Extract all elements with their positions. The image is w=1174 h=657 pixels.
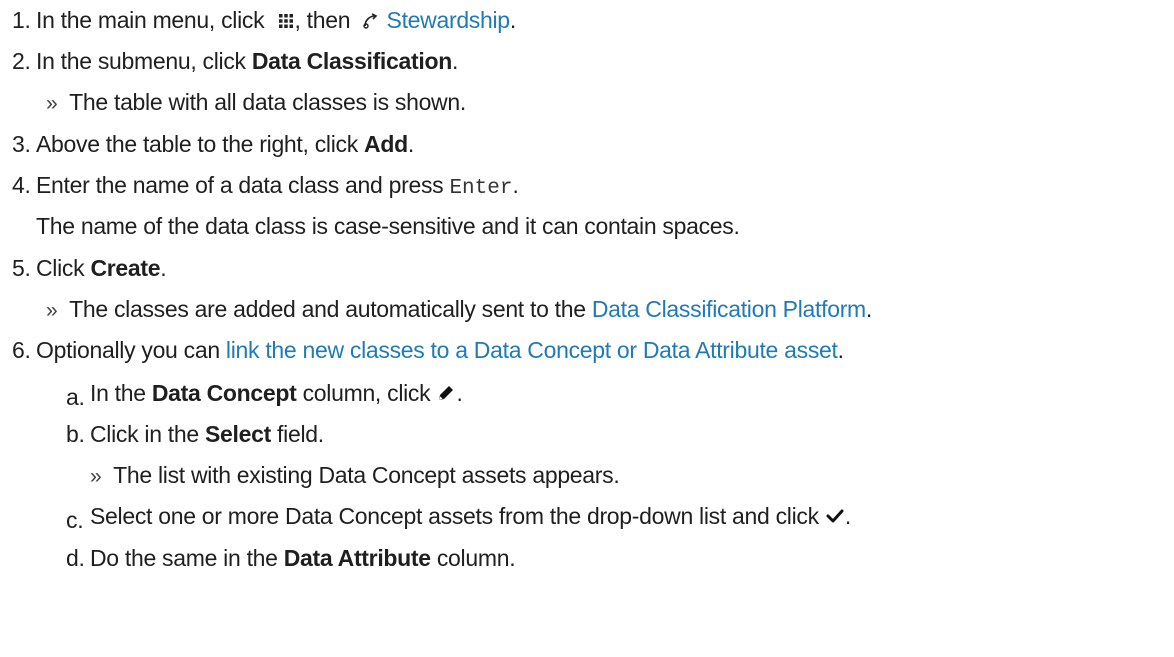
apps-grid-icon	[277, 7, 295, 37]
link-classes-link[interactable]: link the new classes to a Data Concept o…	[226, 337, 838, 363]
substep-letter: b.	[66, 421, 85, 447]
stewardship-icon	[362, 7, 380, 37]
key-code: Enter	[449, 177, 513, 200]
result-marker: »	[46, 299, 58, 322]
substep-letter: a.	[66, 384, 85, 410]
stewardship-link[interactable]: Stewardship	[387, 7, 511, 33]
ui-term: Data Classification	[251, 48, 452, 74]
step-number: 2.	[12, 48, 31, 74]
result-marker: »	[46, 92, 58, 115]
data-classification-platform-link[interactable]: Data Classification Platform	[592, 296, 866, 322]
substep-letter: c.	[66, 507, 84, 533]
ui-term: Select	[204, 421, 271, 447]
step-text: In the main menu, click	[36, 7, 265, 33]
ui-term: Data Concept	[151, 380, 297, 406]
step-number: 3.	[12, 131, 31, 157]
substep-letter: d.	[66, 545, 85, 571]
instructions-document: 1. In the main menu, click , then Stewar…	[12, 7, 873, 571]
ui-term: Create	[90, 255, 161, 281]
step-number: 6.	[12, 337, 31, 363]
step-number: 1.	[12, 7, 31, 33]
step-number: 4.	[12, 172, 31, 198]
ui-term: Add	[364, 131, 408, 157]
pencil-icon	[436, 380, 456, 410]
checkmark-icon	[825, 503, 845, 533]
ui-term: Data Attribute	[283, 545, 431, 571]
result-marker: »	[90, 465, 102, 488]
step-number: 5.	[12, 255, 31, 281]
